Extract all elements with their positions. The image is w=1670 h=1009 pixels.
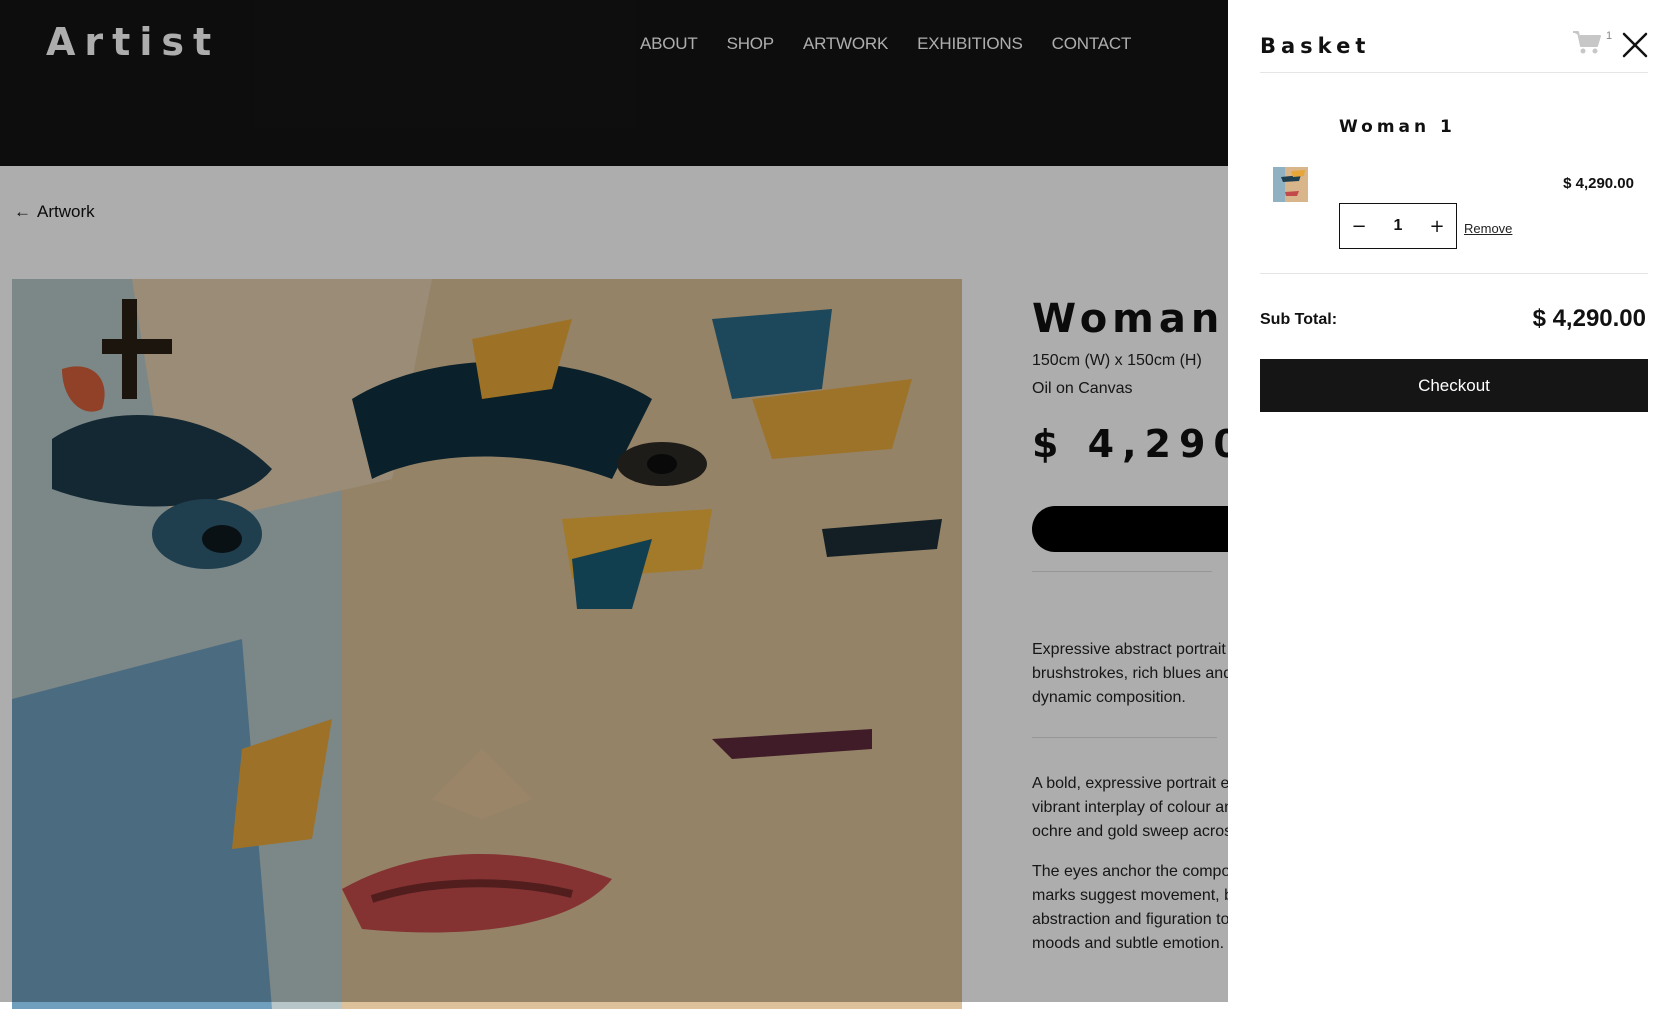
quantity-stepper: − 1 +: [1339, 203, 1457, 249]
quantity-decrease-button[interactable]: −: [1348, 216, 1370, 237]
quantity-increase-button[interactable]: +: [1426, 216, 1448, 237]
basket-item-name: Woman 1: [1339, 117, 1456, 137]
remove-item-link[interactable]: Remove: [1464, 221, 1512, 236]
divider: [1260, 72, 1648, 73]
subtotal-label: Sub Total:: [1260, 311, 1338, 328]
checkout-button[interactable]: Checkout: [1260, 359, 1648, 412]
subtotal-value: $ 4,290.00: [1532, 305, 1646, 332]
close-icon[interactable]: [1620, 30, 1650, 60]
basket-item-price: $ 4,290.00: [1563, 175, 1634, 192]
quantity-value[interactable]: 1: [1394, 217, 1403, 235]
basket-title: Basket: [1260, 34, 1371, 58]
cart-count-badge: 1: [1606, 30, 1613, 42]
basket-drawer: Basket 1 Woman 1 $ 4,290.00 − 1 + Remove…: [1228, 0, 1670, 1002]
divider: [1260, 273, 1648, 274]
cart-icon[interactable]: [1572, 30, 1602, 56]
basket-item-thumbnail: [1273, 167, 1308, 202]
modal-overlay[interactable]: [0, 0, 1228, 1002]
